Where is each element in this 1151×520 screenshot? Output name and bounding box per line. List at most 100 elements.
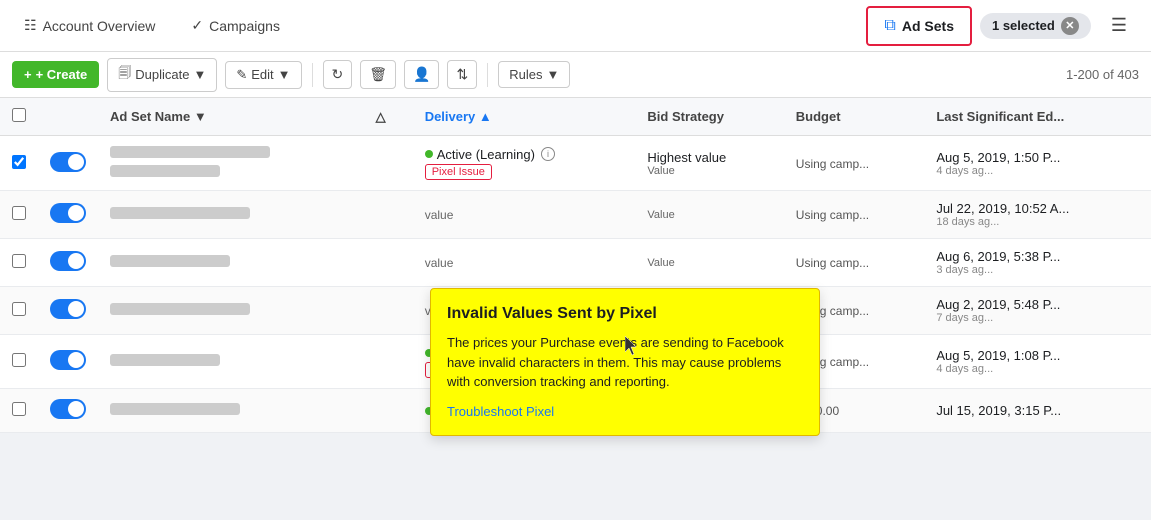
- row-checkbox-cell[interactable]: [0, 136, 38, 191]
- ad-set-name-cell: [98, 335, 364, 389]
- duplicate-label: Duplicate: [135, 67, 189, 82]
- row-toggle[interactable]: [50, 350, 86, 370]
- delivery-header[interactable]: Delivery ▲: [413, 98, 636, 136]
- last-edit-sub-text: 7 days ag...: [936, 312, 1139, 324]
- row-checkbox-cell[interactable]: [0, 191, 38, 239]
- clear-selection-button[interactable]: ✕: [1061, 17, 1079, 35]
- rules-chevron-icon: ▼: [546, 67, 559, 82]
- row-toggle-cell[interactable]: [38, 287, 98, 335]
- bid-strategy-sub-text: Value: [647, 209, 771, 221]
- account-overview-icon: ☷: [24, 17, 37, 34]
- table-header-row: Ad Set Name ▼ △ Delivery ▲ Bid Strategy …: [0, 98, 1151, 136]
- rules-label: Rules: [509, 67, 542, 82]
- row-toggle-cell[interactable]: [38, 136, 98, 191]
- budget-text: Using camp...: [796, 157, 869, 171]
- delete-button[interactable]: 🗑: [360, 60, 396, 89]
- create-button[interactable]: + + Create: [12, 61, 99, 88]
- bid-strategy-cell: Highest valueValue: [635, 136, 783, 191]
- row-toggle-cell[interactable]: [38, 191, 98, 239]
- ad-sets-tab[interactable]: ⧉ Ad Sets: [866, 6, 972, 46]
- row-checkbox[interactable]: [12, 206, 26, 220]
- last-edit-text: Aug 5, 2019, 1:50 P...: [936, 150, 1139, 165]
- alert-header: △: [364, 98, 413, 136]
- row-checkbox[interactable]: [12, 402, 26, 416]
- row-checkbox[interactable]: [12, 353, 26, 367]
- account-overview-tab[interactable]: ☷ Account Overview: [8, 6, 171, 46]
- campaigns-tab[interactable]: ✓ Campaigns: [175, 6, 296, 46]
- alert-cell: [364, 389, 413, 433]
- table-row: value Value Using camp... Jul 22, 2019, 10:…: [0, 191, 1151, 239]
- trash-icon: 🗑: [369, 66, 387, 83]
- ad-set-name-blurred: [110, 303, 250, 315]
- row-checkbox[interactable]: [12, 302, 26, 316]
- export-button[interactable]: ⇅: [447, 60, 477, 89]
- export-icon: ⇅: [456, 66, 468, 83]
- delivery-cell: value: [413, 191, 636, 239]
- ad-set-name-header[interactable]: Ad Set Name ▼: [98, 98, 364, 136]
- row-toggle[interactable]: [50, 299, 86, 319]
- audience-icon: 👤: [413, 66, 430, 83]
- edit-icon: ✎: [236, 67, 247, 83]
- ad-set-name-blurred: [110, 255, 230, 267]
- delivery-value-text: value: [425, 256, 454, 270]
- last-edit-text: Jul 22, 2019, 10:52 A...: [936, 201, 1139, 216]
- row-toggle[interactable]: [50, 399, 86, 419]
- last-edit-sub-text: 4 days ag...: [936, 363, 1139, 375]
- row-checkbox-cell[interactable]: [0, 287, 38, 335]
- last-edit-sub-text: 3 days ag...: [936, 264, 1139, 276]
- select-all-checkbox[interactable]: [12, 108, 26, 122]
- row-checkbox-cell[interactable]: [0, 335, 38, 389]
- bid-strategy-cell: Value: [635, 191, 783, 239]
- duplicate-chevron-icon: ▼: [193, 67, 206, 82]
- bid-strategy-sub-text: Value: [647, 257, 771, 269]
- refresh-button[interactable]: ↻: [323, 60, 353, 89]
- row-checkbox[interactable]: [12, 254, 26, 268]
- budget-cell: Using camp...: [784, 191, 925, 239]
- ad-sets-label: Ad Sets: [902, 18, 954, 34]
- troubleshoot-pixel-link[interactable]: Troubleshoot Pixel: [447, 404, 554, 419]
- edit-chevron-icon: ▼: [278, 67, 291, 82]
- row-checkbox[interactable]: [12, 155, 26, 169]
- pixel-issue-tooltip: Invalid Values Sent by Pixel The prices …: [430, 288, 820, 436]
- row-checkbox-cell[interactable]: [0, 389, 38, 433]
- delivery-cell: Active (Learning)iPixel Issue: [413, 136, 636, 191]
- row-toggle[interactable]: [50, 203, 86, 223]
- last-edit-cell: Aug 6, 2019, 5:38 P...3 days ag...: [924, 239, 1151, 287]
- edit-button[interactable]: ✎ Edit ▼: [225, 61, 301, 89]
- extra-tab[interactable]: ☰: [1095, 6, 1143, 46]
- duplicate-button[interactable]: 🗐 Duplicate ▼: [107, 58, 217, 92]
- ad-set-name-cell: [98, 239, 364, 287]
- last-significant-header: Last Significant Ed...: [924, 98, 1151, 136]
- last-edit-text: Aug 2, 2019, 5:48 P...: [936, 297, 1139, 312]
- row-toggle-cell[interactable]: [38, 239, 98, 287]
- delivery-sort-icon: ▲: [479, 109, 492, 124]
- audience-button[interactable]: 👤: [404, 60, 439, 89]
- last-edit-cell: Aug 5, 2019, 1:50 P...4 days ag...: [924, 136, 1151, 191]
- last-edit-sub-text: 18 days ag...: [936, 216, 1139, 228]
- pixel-issue-badge[interactable]: Pixel Issue: [425, 164, 492, 180]
- delivery-dot-icon: [425, 150, 433, 158]
- row-checkbox-cell[interactable]: [0, 239, 38, 287]
- refresh-icon: ↻: [332, 66, 344, 83]
- last-edit-cell: Aug 5, 2019, 1:08 P...4 days ag...: [924, 335, 1151, 389]
- row-toggle-cell[interactable]: [38, 389, 98, 433]
- alert-cell: [364, 191, 413, 239]
- budget-text: Using camp...: [796, 208, 869, 222]
- toggle-header: [38, 98, 98, 136]
- bid-strategy-header: Bid Strategy: [635, 98, 783, 136]
- alert-cell: [364, 136, 413, 191]
- row-toggle[interactable]: [50, 152, 86, 172]
- alert-cell: [364, 239, 413, 287]
- select-all-header[interactable]: [0, 98, 38, 136]
- row-toggle-cell[interactable]: [38, 335, 98, 389]
- last-edit-cell: Aug 2, 2019, 5:48 P...7 days ag...: [924, 287, 1151, 335]
- ad-set-name-blurred: [110, 403, 240, 415]
- rules-button[interactable]: Rules ▼: [498, 61, 570, 88]
- delivery-info-icon[interactable]: i: [541, 147, 555, 161]
- row-toggle[interactable]: [50, 251, 86, 271]
- ad-set-name-blurred: [110, 354, 220, 366]
- last-edit-text: Aug 5, 2019, 1:08 P...: [936, 348, 1139, 363]
- ad-set-name-cell: [98, 287, 364, 335]
- campaigns-icon: ✓: [191, 17, 203, 34]
- duplicate-icon: 🗐: [118, 64, 131, 86]
